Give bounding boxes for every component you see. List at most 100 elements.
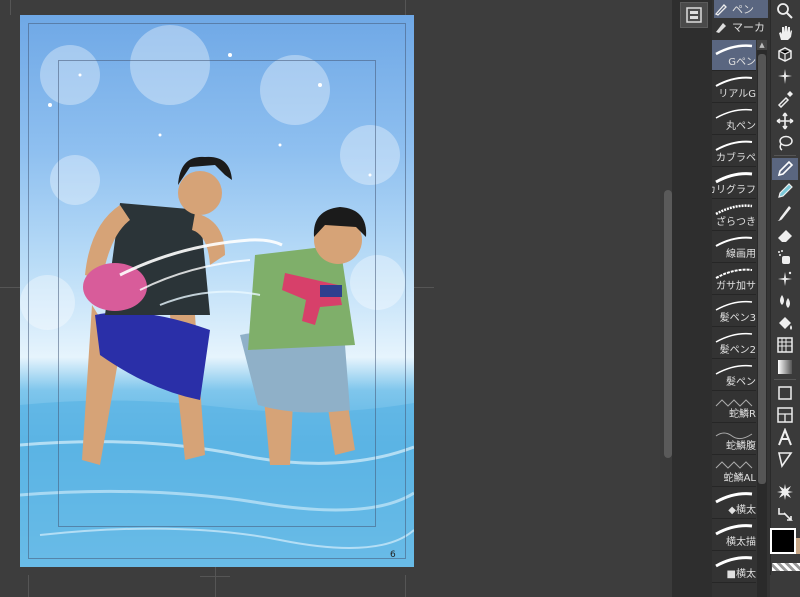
brush-label: 髪ペン2: [719, 345, 756, 356]
correct-line-icon: [778, 508, 793, 521]
brush-label: ガサ加サ: [716, 281, 756, 292]
text-tool[interactable]: [772, 426, 798, 448]
airbrush-tool[interactable]: [772, 246, 798, 268]
tool-separator: [774, 379, 796, 380]
scroll-up-icon[interactable]: ▲: [757, 40, 767, 50]
brush-label: 線画用: [726, 249, 756, 260]
brush-item[interactable]: リアルG: [712, 72, 756, 103]
brush-label: 蛇鱗R: [729, 409, 756, 420]
fill-icon: [779, 317, 792, 330]
auto-select-tool[interactable]: [772, 66, 798, 88]
auto-select-icon: [778, 69, 792, 84]
brush-item[interactable]: 線画用: [712, 232, 756, 263]
color-panel-strip: [770, 575, 800, 597]
layer-properties-icon: [686, 7, 702, 23]
tab-label: マーカ: [732, 21, 765, 34]
move-tool[interactable]: [772, 110, 798, 132]
brush-label: 蛇鱗腹: [726, 441, 756, 452]
brush-item[interactable]: 横太描: [712, 520, 756, 551]
brush-item[interactable]: カリグラフ: [712, 168, 756, 199]
correct-line-tool[interactable]: [772, 503, 798, 525]
effect-line-tool[interactable]: [772, 481, 798, 503]
eyedropper-icon: [777, 91, 793, 108]
move-icon: [776, 112, 794, 130]
page-number: 6: [390, 550, 396, 560]
brush-label: ざらつき: [716, 217, 756, 228]
crop-mark: [200, 576, 230, 577]
crop-mark: [414, 287, 434, 288]
layer-panel-button[interactable]: [680, 2, 708, 28]
airbrush-icon: [778, 250, 790, 264]
brush-item[interactable]: 蛇鱗AL: [712, 456, 756, 487]
figure-icon: [778, 386, 792, 400]
side-panel-strip: [672, 0, 712, 597]
figure-tool[interactable]: [772, 382, 798, 404]
zoom-tool[interactable]: [772, 0, 798, 22]
brush-label: カリグラフ: [712, 185, 756, 196]
hand-tool[interactable]: [772, 22, 798, 44]
eraser-icon: [778, 230, 792, 242]
gradient-icon: [777, 337, 793, 353]
transparent-color-swatch[interactable]: [772, 563, 800, 571]
brush-label: 蛇鱗AL: [723, 473, 756, 484]
gradient-fill-icon: [778, 360, 792, 374]
brush-item[interactable]: 丸ペン: [712, 104, 756, 135]
effect-line-icon: [777, 484, 793, 500]
lasso-tool[interactable]: [772, 132, 798, 154]
pen-tab-icon: [714, 4, 727, 16]
crop-mark: [405, 0, 406, 15]
tab-label: ペン: [732, 3, 754, 16]
brush-icon: [777, 206, 791, 221]
brush-label: 髪ペン3: [719, 313, 756, 324]
brush-label: ■横太: [726, 569, 756, 580]
hand-icon: [779, 26, 792, 40]
brush-item[interactable]: ■横太: [712, 552, 756, 583]
zoom-icon: [777, 3, 793, 19]
blend-tool[interactable]: [772, 290, 798, 312]
tool-separator: [774, 155, 796, 156]
inner-frame-guide: [58, 60, 376, 527]
brush-item[interactable]: ◆横太: [712, 488, 756, 519]
brush-item[interactable]: 蛇鱗R: [712, 392, 756, 423]
brush-item[interactable]: 髪ペン2: [712, 328, 756, 359]
brush-item[interactable]: 蛇鱗腹: [712, 424, 756, 455]
eyedropper-tool[interactable]: [772, 88, 798, 110]
pencil-icon: [778, 183, 793, 198]
eraser-tool[interactable]: [772, 224, 798, 246]
frame-icon: [777, 407, 793, 423]
brush-label: カブラペ: [716, 153, 756, 164]
object-select-tool[interactable]: [772, 44, 798, 66]
crop-mark: [215, 567, 216, 597]
pen-tool[interactable]: [772, 158, 798, 180]
brush-label: リアルG: [718, 89, 756, 100]
tab-marker[interactable]: マーカ: [714, 18, 768, 36]
fill-tool[interactable]: [772, 312, 798, 334]
gradient-fill-tool[interactable]: [772, 356, 798, 378]
lasso-icon: [779, 135, 793, 151]
text-icon: [778, 428, 792, 446]
gradient-tool[interactable]: [772, 334, 798, 356]
frame-tool[interactable]: [772, 404, 798, 426]
scroll-thumb[interactable]: [758, 54, 766, 484]
brush-label: ◆横太: [728, 505, 756, 516]
decoration-icon: [778, 271, 792, 286]
balloon-icon: [777, 452, 793, 468]
brush-item[interactable]: ガサ加サ: [712, 264, 756, 295]
balloon-tool[interactable]: [772, 448, 798, 470]
brush-item[interactable]: ざらつき: [712, 200, 756, 231]
tab-pen[interactable]: ペン: [714, 0, 768, 18]
brush-item-g-pen[interactable]: Gペン: [712, 40, 756, 71]
canvas-vertical-scrollbar[interactable]: [664, 190, 672, 458]
brush-tool[interactable]: [772, 202, 798, 224]
brush-item[interactable]: 髪ペン: [712, 360, 756, 391]
crop-mark: [405, 575, 406, 597]
decoration-tool[interactable]: [772, 268, 798, 290]
pencil-tool[interactable]: [772, 180, 798, 202]
sub-tool-scrollbar[interactable]: ▲: [757, 40, 767, 597]
crop-mark: [0, 287, 20, 288]
manga-artwork[interactable]: 6: [20, 15, 414, 567]
brush-item[interactable]: カブラペ: [712, 136, 756, 167]
main-color-swatch[interactable]: [770, 528, 796, 554]
marker-tab-icon: [716, 23, 726, 33]
brush-item[interactable]: 髪ペン3: [712, 296, 756, 327]
